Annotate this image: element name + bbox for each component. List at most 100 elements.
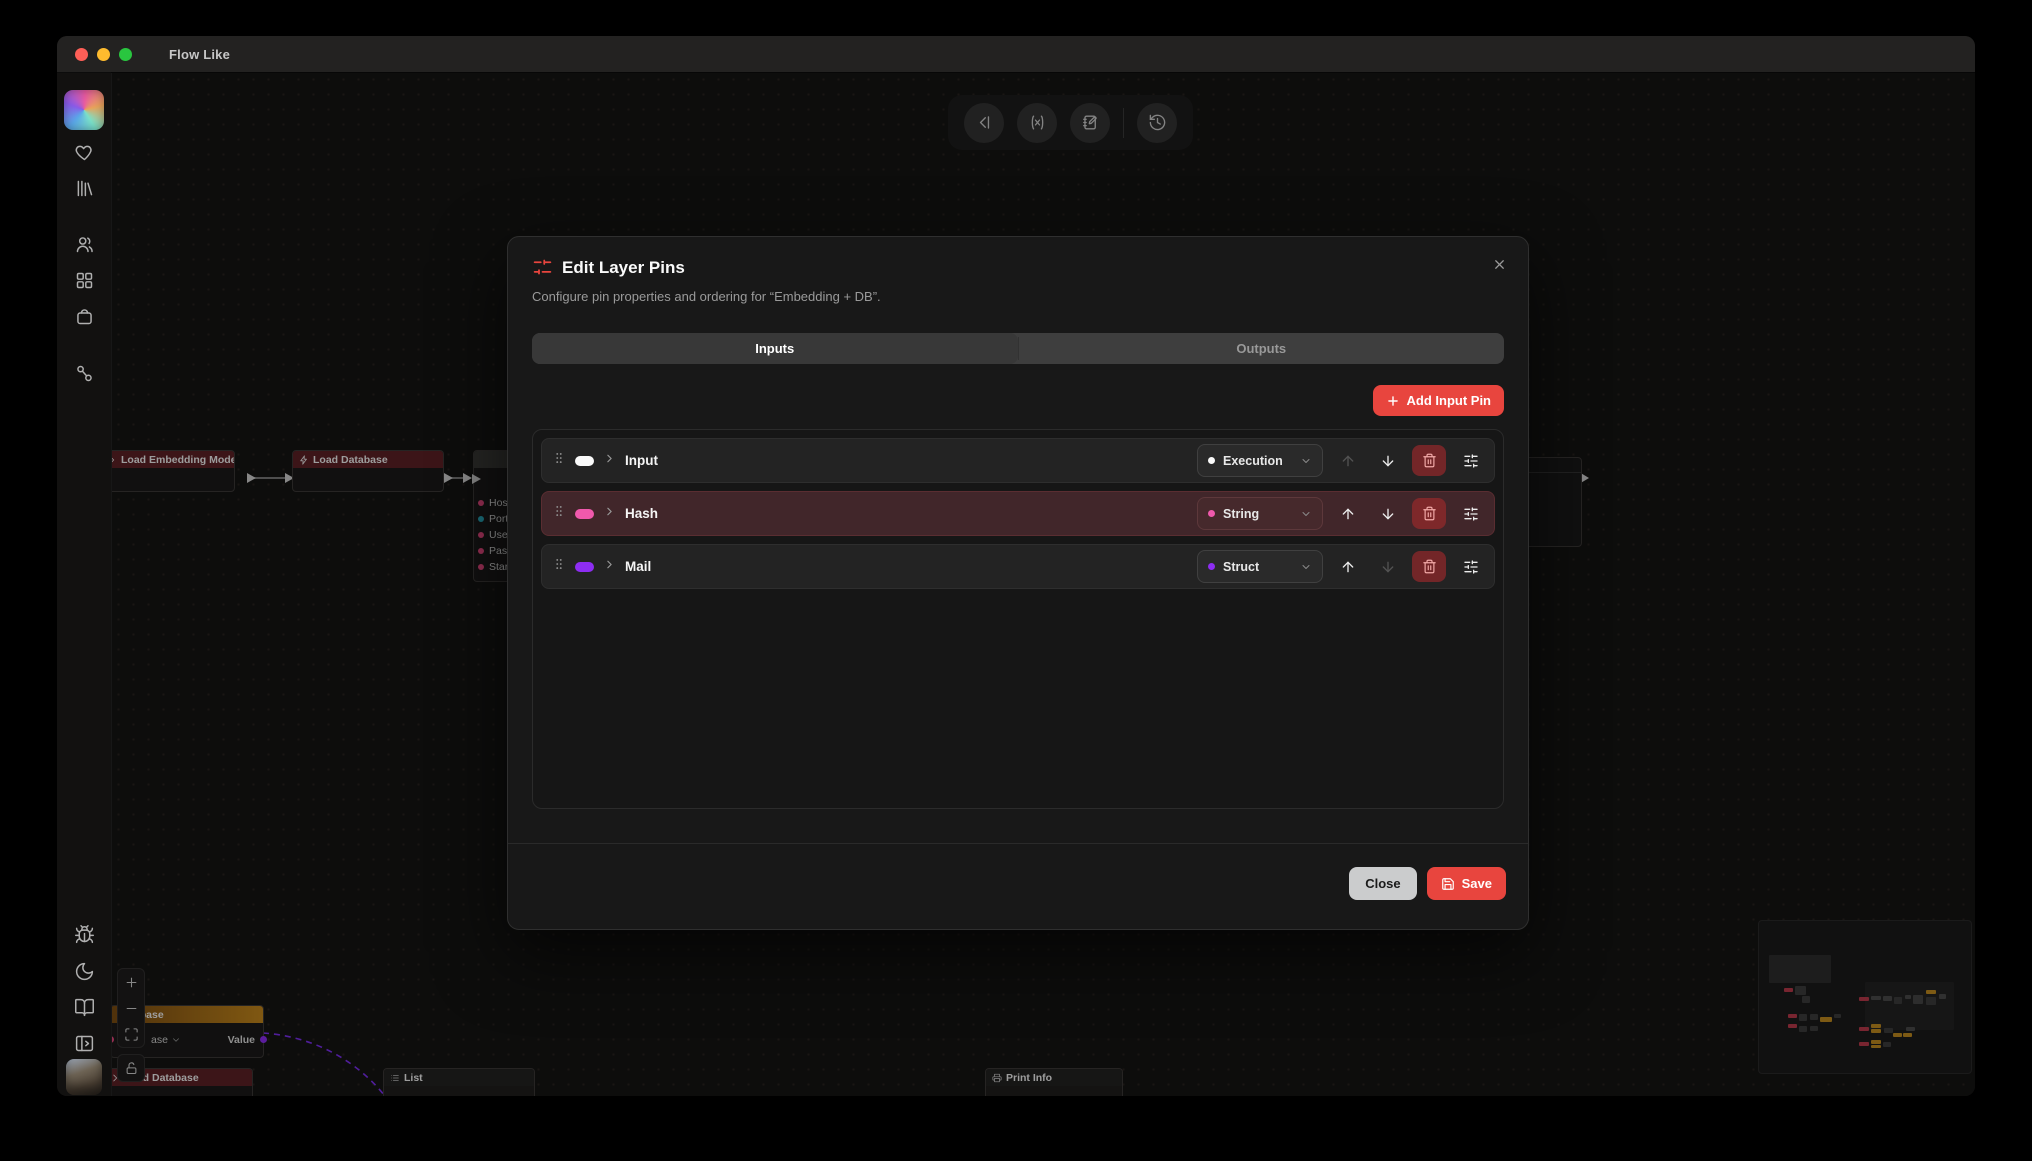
list-icon xyxy=(390,1073,400,1083)
trash-icon xyxy=(1422,506,1437,521)
moon-icon xyxy=(74,961,95,982)
grip-icon xyxy=(552,556,566,572)
sidebar-item-panel-toggle[interactable] xyxy=(70,1029,98,1057)
minimap-node-mark xyxy=(1926,990,1936,994)
minimap-node-mark xyxy=(1884,1028,1893,1033)
notes-button[interactable] xyxy=(1070,103,1110,143)
node-title: Load Embedding Model xyxy=(121,454,234,466)
tab-inputs[interactable]: Inputs xyxy=(532,333,1018,364)
minimap-node-mark xyxy=(1820,1017,1832,1022)
zoom-window-button[interactable] xyxy=(119,48,132,61)
minimap-node-mark xyxy=(1784,988,1793,992)
minimap-node-mark xyxy=(1769,955,1831,983)
zoom-out-button[interactable] xyxy=(118,995,144,1021)
titlebar[interactable]: Flow Like xyxy=(57,36,1975,73)
move-up-button[interactable] xyxy=(1332,445,1363,476)
node-load-database[interactable]: Load Database xyxy=(292,450,444,492)
sidebar-item-theme-toggle[interactable] xyxy=(70,957,98,985)
bag-icon xyxy=(74,306,95,327)
drag-handle[interactable] xyxy=(552,503,566,524)
screen: Flow Like xyxy=(0,0,2032,1161)
pin-row-hash[interactable]: Hash String xyxy=(541,491,1495,536)
minimap-node-mark xyxy=(1795,986,1806,995)
move-down-button[interactable] xyxy=(1372,498,1403,529)
arrow-up-icon xyxy=(1340,453,1356,469)
history-button[interactable] xyxy=(1137,103,1177,143)
expand-row-button[interactable] xyxy=(603,558,616,576)
minimap-node-mark xyxy=(1883,1042,1891,1047)
plus-icon xyxy=(1386,394,1400,408)
sidebar-item-library[interactable] xyxy=(70,174,98,202)
users-icon xyxy=(74,234,95,255)
lock-canvas-button[interactable] xyxy=(117,1054,145,1082)
move-up-button[interactable] xyxy=(1332,498,1363,529)
zoom-toolbar xyxy=(117,968,145,1048)
pin-type-select[interactable]: String xyxy=(1197,497,1323,530)
chevron-right-icon xyxy=(603,558,616,571)
pin-settings-button[interactable] xyxy=(1455,445,1486,476)
sidebar-item-apps[interactable] xyxy=(70,266,98,294)
delete-pin-button[interactable] xyxy=(1412,551,1446,582)
step-back-button[interactable] xyxy=(964,103,1004,143)
sidebar-item-debug[interactable] xyxy=(70,920,98,948)
minimap-node-mark xyxy=(1871,1045,1881,1048)
sidebar-item-team[interactable] xyxy=(70,230,98,258)
type-label: Execution xyxy=(1223,454,1292,468)
expand-row-button[interactable] xyxy=(603,505,616,523)
pin-dot xyxy=(478,532,484,538)
move-down-button[interactable] xyxy=(1372,445,1403,476)
history-icon xyxy=(1148,113,1167,132)
app-logo[interactable] xyxy=(64,90,104,130)
add-input-pin-label: Add Input Pin xyxy=(1407,393,1491,408)
node-load-embedding-model[interactable]: Load Embedding Model xyxy=(111,450,235,492)
value-pin-dot[interactable] xyxy=(260,1036,267,1043)
pin-row-input[interactable]: Input Execution xyxy=(541,438,1495,483)
pin-settings-button[interactable] xyxy=(1455,551,1486,582)
database-select[interactable]: ase xyxy=(151,1034,181,1046)
close-button[interactable]: Close xyxy=(1349,867,1416,900)
sidebar-item-docs[interactable] xyxy=(70,993,98,1021)
delete-pin-button[interactable] xyxy=(1412,498,1446,529)
fit-view-button[interactable] xyxy=(118,1021,144,1047)
chevron-right-icon xyxy=(603,505,616,518)
node-list[interactable]: List xyxy=(383,1068,535,1096)
exec-in-pin[interactable] xyxy=(472,474,481,484)
variables-button[interactable] xyxy=(1017,103,1057,143)
sidebar-item-flows[interactable] xyxy=(70,359,98,387)
drag-handle[interactable] xyxy=(552,556,566,577)
minimap-node-mark xyxy=(1859,1042,1869,1046)
pin-dot xyxy=(478,564,484,570)
pin-label: Port xyxy=(489,513,508,525)
variables-icon xyxy=(1028,113,1047,132)
sidebar-item-favorites[interactable] xyxy=(70,138,98,166)
node-title: Print Info xyxy=(1006,1072,1052,1084)
pin-type-select[interactable]: Struct xyxy=(1197,550,1323,583)
minimap-node-mark xyxy=(1903,1033,1912,1037)
zoom-in-button[interactable] xyxy=(118,969,144,995)
delete-pin-button[interactable] xyxy=(1412,445,1446,476)
pin-color-pill xyxy=(575,562,594,572)
pin-settings-button[interactable] xyxy=(1455,498,1486,529)
drag-handle[interactable] xyxy=(552,450,566,471)
node-print-info[interactable]: Print Info xyxy=(985,1068,1123,1096)
dialog-close-button[interactable] xyxy=(1486,251,1512,277)
minimap-node-mark xyxy=(1810,1014,1818,1020)
add-input-pin-button[interactable]: Add Input Pin xyxy=(1373,385,1504,416)
save-button[interactable]: Save xyxy=(1427,867,1506,900)
minimize-window-button[interactable] xyxy=(97,48,110,61)
minimap-node-mark xyxy=(1810,1026,1818,1031)
arrow-down-icon xyxy=(1380,506,1396,522)
pin-row-mail[interactable]: Mail Struct xyxy=(541,544,1495,589)
move-up-button[interactable] xyxy=(1332,551,1363,582)
node-title: Load Database xyxy=(313,454,388,466)
expand-row-button[interactable] xyxy=(603,452,616,470)
user-avatar[interactable] xyxy=(66,1059,102,1095)
minimap[interactable] xyxy=(1758,920,1972,1074)
sidebar-item-store[interactable] xyxy=(70,302,98,330)
close-window-button[interactable] xyxy=(75,48,88,61)
pin-type-select[interactable]: Execution xyxy=(1197,444,1323,477)
move-down-button[interactable] xyxy=(1372,551,1403,582)
grip-icon xyxy=(552,503,566,519)
grid-icon xyxy=(74,270,95,291)
tab-outputs[interactable]: Outputs xyxy=(1019,333,1505,364)
